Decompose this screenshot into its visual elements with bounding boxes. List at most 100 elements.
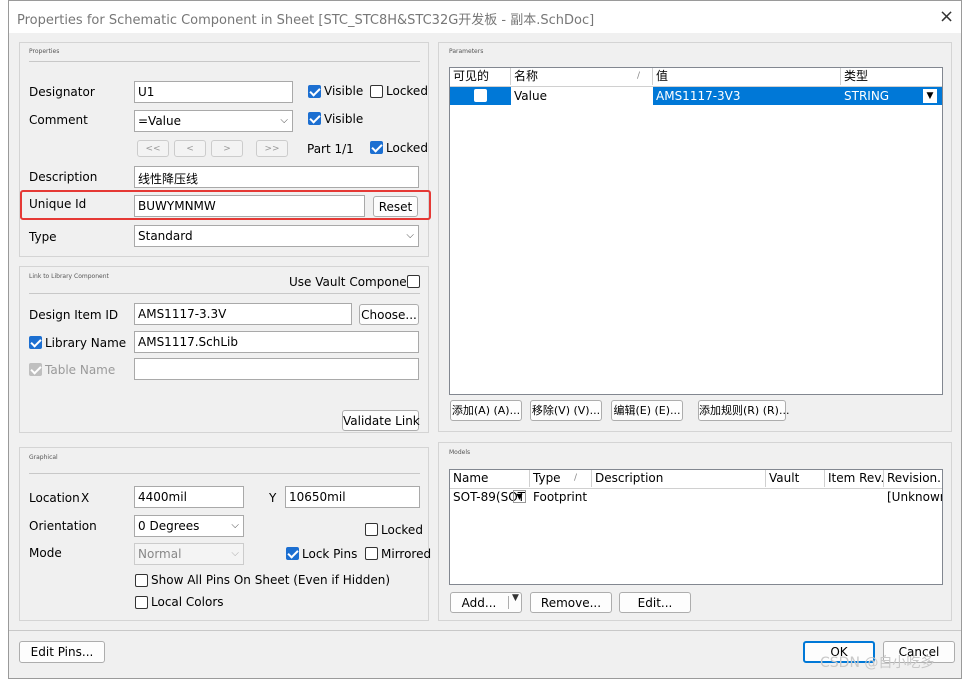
show-all-pins-checkbox[interactable] [135,574,148,587]
edit-model-button[interactable]: Edit... [619,592,691,613]
properties-group: Properties Designator U1 Visible Locked … [19,42,429,257]
sort-icon: / [574,473,578,483]
chevron-down-icon: ⌵ [280,115,288,126]
close-icon[interactable]: × [939,6,954,27]
divider [29,61,420,62]
designator-input[interactable]: U1 [134,81,293,103]
choose-button[interactable]: Choose... [359,304,419,325]
col-name[interactable]: 名称 / [511,68,653,85]
model-type-cell[interactable]: Footprint [530,488,592,506]
local-colors-checkbox[interactable] [135,596,148,609]
model-revision-cell[interactable]: [Unknown] [884,488,942,506]
table-row[interactable]: SOT-89(SOT ▼ Footprint [Unknown] [450,488,942,506]
col-model-item-rev[interactable]: Item Rev... [825,470,884,487]
model-vault-cell[interactable] [766,488,825,506]
watermark: CSDN @自小吃多 [820,655,935,671]
mode-value: Normal [138,547,182,561]
orientation-label: Orientation [29,519,97,533]
remove-parameter-button[interactable]: 移除(V) (V)... [530,400,602,421]
orientation-combo[interactable]: 0 Degrees ⌵ [134,515,244,537]
location-y-label: Y [269,491,277,505]
properties-group-title: Properties [29,48,60,55]
model-description-cell[interactable] [592,488,766,506]
remove-model-button[interactable]: Remove... [530,592,612,613]
row-visible-cell[interactable] [450,87,511,105]
design-item-input[interactable]: AMS1117-3.3V [134,303,352,325]
designator-visible-label: Visible [324,84,364,98]
divider [29,293,420,294]
part-locked-checkbox[interactable] [370,141,383,154]
library-name-input[interactable]: AMS1117.SchLib [134,331,419,353]
comment-label: Comment [29,113,88,127]
col-visible[interactable]: 可见的 [450,68,511,85]
table-name-input[interactable] [134,358,419,380]
validate-link-button[interactable]: Validate Link [342,410,420,431]
col-model-type[interactable]: Type / [530,470,592,487]
col-model-revision[interactable]: Revision... [884,470,942,487]
row-visible-checkbox[interactable] [474,89,487,102]
model-item-rev-cell[interactable] [825,488,884,506]
col-value[interactable]: 值 [653,68,841,85]
lock-pins-checkbox[interactable] [286,547,299,560]
graphical-group: Graphical Location X 4400mil Y 10650mil … [19,447,431,621]
location-x-input[interactable]: 4400mil [134,486,244,508]
models-table[interactable]: Name Type / Description Vault Item Rev..… [449,469,943,585]
location-x-label: X [81,491,90,505]
description-input[interactable]: 线性降压线 [134,166,419,188]
chevron-down-icon: ⌵ [406,230,414,241]
row-type-cell[interactable]: STRING ▼ [841,87,942,105]
designator-visible-checkbox[interactable] [308,85,321,98]
graphical-locked-label: Locked [381,523,423,537]
edit-parameter-button[interactable]: 编辑(E) (E)... [611,400,683,421]
divider [29,473,420,474]
mode-combo: Normal ⌵ [134,543,244,565]
table-name-checkbox [29,363,42,376]
add-rule-button[interactable]: 添加规则(R) (R)... [698,400,789,421]
col-model-description[interactable]: Description [592,470,766,487]
part-locked-label: Locked [386,141,428,155]
add-parameter-button[interactable]: 添加(A) (A)... [450,400,522,421]
location-y-input[interactable]: 10650mil [285,486,420,508]
col-model-name[interactable]: Name [450,470,530,487]
description-label: Description [29,170,98,184]
models-group-title: Models [449,449,471,456]
graphical-locked-checkbox[interactable] [365,523,378,536]
local-colors-label: Local Colors [151,595,224,609]
comment-value: =Value [138,114,182,128]
library-group: Link to Library Component Use Vault Comp… [19,266,429,433]
next-part-button[interactable]: > [211,140,243,157]
use-vault-checkbox[interactable] [407,275,420,288]
footer-divider [9,630,961,631]
first-part-button[interactable]: << [137,140,169,157]
type-label: Type [29,230,57,244]
col-type[interactable]: 类型 [841,68,942,85]
unique-id-highlight [20,190,431,220]
divider [508,596,509,609]
prev-part-button[interactable]: < [174,140,206,157]
last-part-button[interactable]: >> [256,140,288,157]
design-item-label: Design Item ID [29,308,119,322]
use-vault-label: Use Vault Component [289,275,419,289]
model-name-cell[interactable]: SOT-89(SOT ▼ [450,488,530,506]
location-label: Location [29,491,80,505]
model-dropdown-icon[interactable]: ▼ [513,490,526,503]
type-combo[interactable]: Standard ⌵ [134,225,419,247]
library-name-checkbox[interactable] [29,336,42,349]
table-row[interactable]: Value AMS1117-3V3 STRING ▼ [450,87,942,105]
comment-visible-checkbox[interactable] [308,112,321,125]
sort-icon: / [637,71,641,81]
mode-label: Mode [29,546,62,560]
comment-combo[interactable]: =Value ⌵ [134,110,293,132]
row-value-cell[interactable]: AMS1117-3V3 [653,87,841,105]
parameters-table[interactable]: 可见的 名称 / 值 类型 Value AMS1117-3V3 STRING ▼ [449,67,943,395]
chevron-down-icon[interactable]: ▼ [512,593,519,603]
col-model-vault[interactable]: Vault [766,470,825,487]
edit-pins-button[interactable]: Edit Pins... [19,641,105,663]
orientation-value: 0 Degrees [138,519,200,533]
mirrored-checkbox[interactable] [365,547,378,560]
designator-locked-checkbox[interactable] [370,85,383,98]
row-name-cell[interactable]: Value [511,87,653,105]
chevron-down-icon: ⌵ [231,548,239,559]
type-dropdown-icon[interactable]: ▼ [923,89,937,103]
show-all-pins-label: Show All Pins On Sheet (Even if Hidden) [151,573,391,587]
